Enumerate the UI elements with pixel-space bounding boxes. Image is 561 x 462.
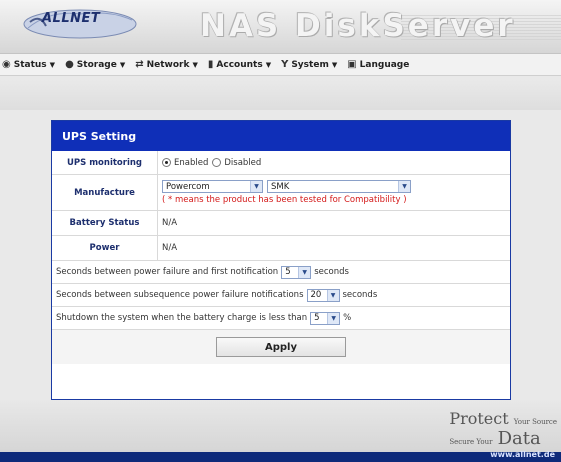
menu-network-label: Network <box>146 59 190 70</box>
ups-setting-panel: UPS Setting UPS monitoring Enabled Disab… <box>51 120 511 400</box>
apply-area: Apply <box>52 330 510 364</box>
shutdown-value: 5 <box>314 313 320 323</box>
storage-icon: ● <box>65 59 74 70</box>
chevron-down-icon: ▼ <box>327 312 340 324</box>
chevron-down-icon: ▼ <box>265 60 272 69</box>
chevron-down-icon: ▼ <box>250 181 262 192</box>
slogan-your-source: Your Source <box>513 418 557 426</box>
chevron-down-icon: ▼ <box>49 60 56 69</box>
chevron-down-icon: ▼ <box>331 60 338 69</box>
row-power: Power N/A <box>52 236 510 261</box>
apply-button[interactable]: Apply <box>216 337 346 357</box>
shutdown-text: Shutdown the system when the battery cha… <box>56 313 308 323</box>
notify-first-unit: seconds <box>314 267 349 277</box>
slogan-data: Data <box>497 428 541 449</box>
chevron-down-icon: ▼ <box>119 60 126 69</box>
manufacture-label: Manufacture <box>52 175 158 210</box>
slogan-protect: Protect <box>449 409 509 428</box>
language-icon: ▣ <box>347 59 357 70</box>
menu-language-label: Language <box>359 59 410 70</box>
menu-storage-label: Storage <box>76 59 117 70</box>
chevron-down-icon: ▼ <box>398 181 410 192</box>
protect-slogan: Protect Your Source Secure Your Data <box>449 409 557 449</box>
page-title: NAS DiskServer <box>200 8 516 44</box>
ups-monitoring-label: UPS monitoring <box>52 151 158 174</box>
accounts-icon: ▮ <box>207 59 214 70</box>
system-icon: Y <box>281 59 289 70</box>
footer-url[interactable]: www.allnet.de <box>490 450 555 459</box>
eye-icon: ◉ <box>2 59 11 70</box>
row-ups-monitoring: UPS monitoring Enabled Disabled <box>52 151 510 175</box>
panel-title: UPS Setting <box>52 121 510 151</box>
radio-disabled[interactable]: Disabled <box>212 158 261 168</box>
manufacture-value: Powercom ▼ SMK ▼ ( * means the product h… <box>158 180 411 205</box>
menu-system-label: System <box>291 59 329 70</box>
notify-first-value: 5 <box>285 267 291 277</box>
row-shutdown: Shutdown the system when the battery cha… <box>52 307 510 330</box>
app-header: ALLNET NAS DiskServer <box>0 0 561 54</box>
row-manufacture: Manufacture Powercom ▼ SMK ▼ ( * means t… <box>52 175 510 211</box>
chevron-down-icon: ▼ <box>192 60 198 69</box>
row-notify-subsequent: Seconds between subsequence power failur… <box>52 284 510 307</box>
radio-enabled[interactable]: Enabled <box>162 158 208 168</box>
ups-monitoring-options: Enabled Disabled <box>158 158 261 168</box>
radio-disabled-label: Disabled <box>224 157 262 168</box>
notify-subsequent-text: Seconds between subsequence power failur… <box>56 290 304 300</box>
model-select[interactable]: SMK ▼ <box>267 180 411 193</box>
power-value: N/A <box>162 243 178 253</box>
row-battery-status: Battery Status N/A <box>52 211 510 236</box>
notify-subsequent-unit: seconds <box>342 290 378 300</box>
menu-network[interactable]: ⇄ Network ▼ <box>135 59 198 70</box>
chevron-down-icon: ▼ <box>326 289 339 301</box>
menu-status-label: Status <box>13 59 47 70</box>
brand-select[interactable]: Powercom ▼ <box>162 180 263 193</box>
notify-subsequent-select[interactable]: 20 ▼ <box>306 288 340 302</box>
content-band <box>0 80 561 110</box>
radio-enabled-dot <box>162 158 171 167</box>
main-menubar: ◉ Status ▼ ● Storage ▼ ⇄ Network ▼ ▮ Acc… <box>0 54 561 76</box>
notify-first-select[interactable]: 5 ▼ <box>281 265 312 279</box>
compatibility-note: ( * means the product has been tested fo… <box>162 195 407 205</box>
brand-select-value: Powercom <box>166 181 210 192</box>
radio-disabled-dot <box>212 158 222 167</box>
menu-accounts[interactable]: ▮ Accounts ▼ <box>208 59 271 70</box>
menu-language[interactable]: ▣ Language <box>347 59 409 70</box>
slogan-secure-your: Secure Your <box>449 438 493 446</box>
network-icon: ⇄ <box>135 59 144 70</box>
model-select-value: SMK <box>271 181 290 192</box>
menu-status[interactable]: ◉ Status ▼ <box>2 59 55 70</box>
radio-enabled-label: Enabled <box>174 157 209 168</box>
battery-status-label: Battery Status <box>52 211 158 235</box>
menu-system[interactable]: Y System ▼ <box>281 59 337 70</box>
power-label: Power <box>52 236 158 260</box>
logo-text: ALLNET <box>42 11 101 26</box>
row-notify-first: Seconds between power failure and first … <box>52 261 510 284</box>
shutdown-unit: % <box>343 313 352 323</box>
shutdown-select[interactable]: 5 ▼ <box>310 311 341 325</box>
notify-subsequent-value: 20 <box>310 290 322 300</box>
battery-status-value: N/A <box>162 218 178 228</box>
menu-storage[interactable]: ● Storage ▼ <box>65 59 125 70</box>
chevron-down-icon: ▼ <box>298 266 311 278</box>
menu-accounts-label: Accounts <box>216 59 263 70</box>
notify-first-text: Seconds between power failure and first … <box>56 267 279 277</box>
bottom-bar <box>0 452 561 462</box>
